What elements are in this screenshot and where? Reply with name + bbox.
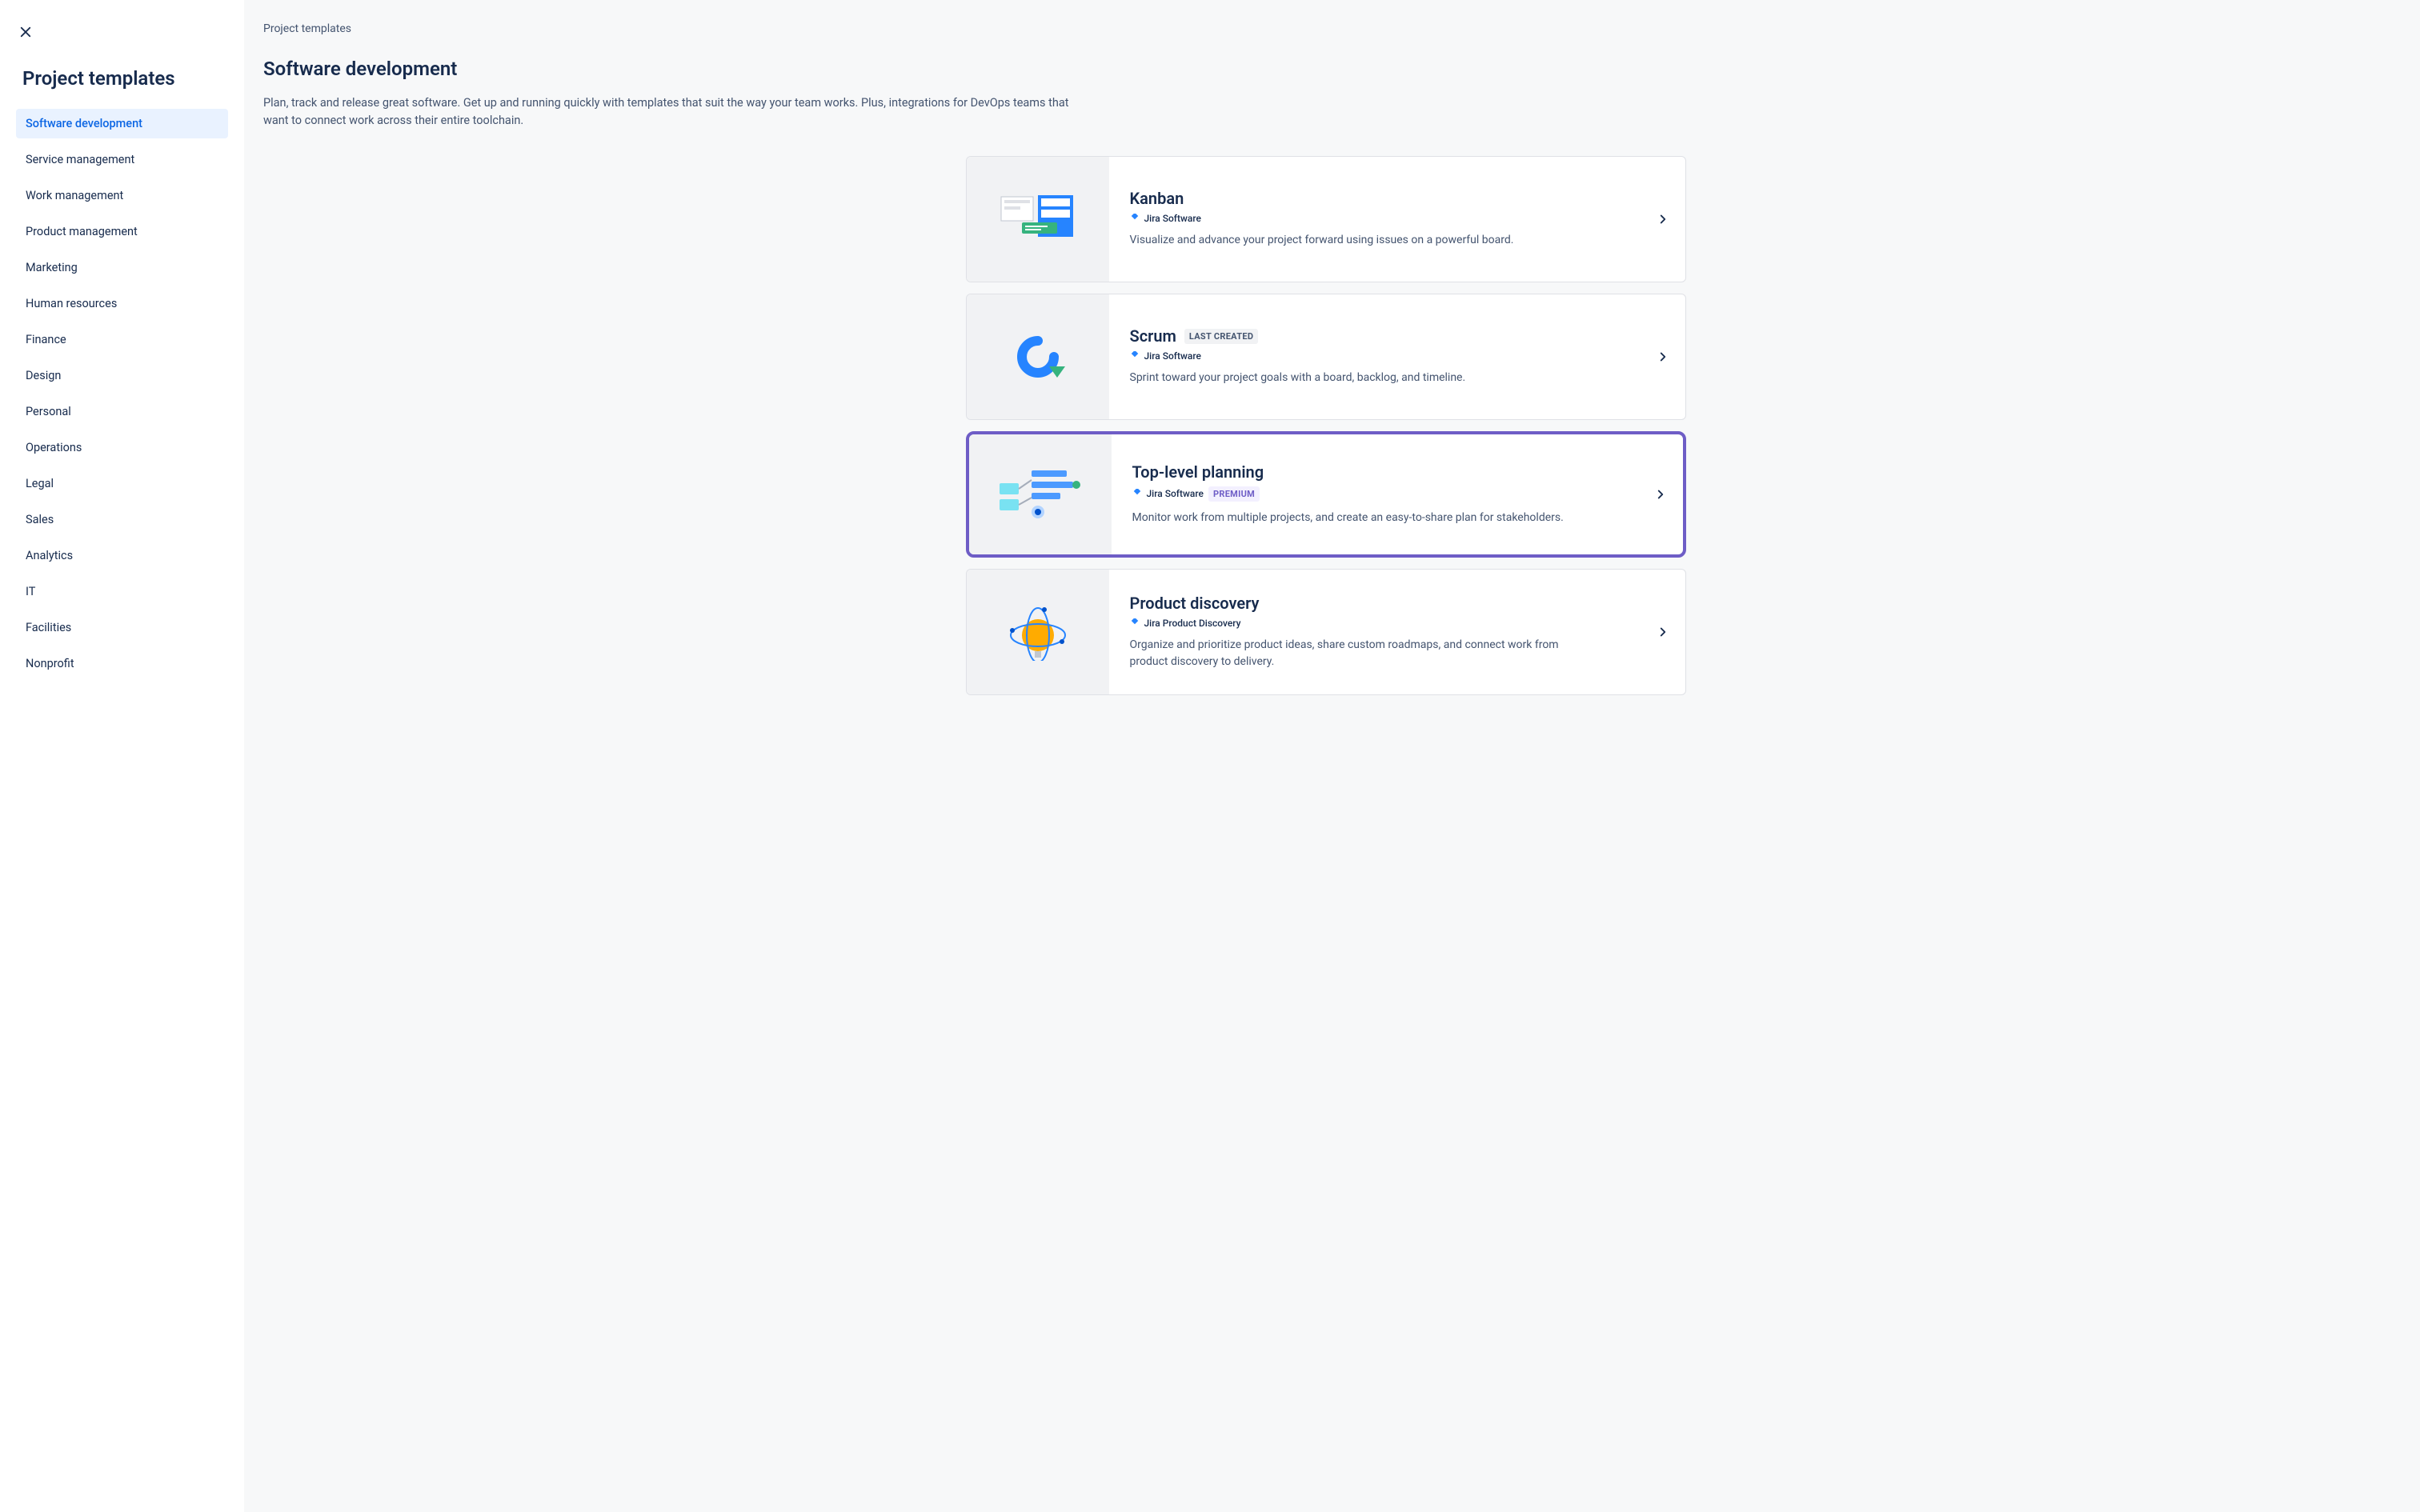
sidebar-item-human-resources[interactable]: Human resources (16, 289, 228, 318)
product-label: Jira Product Discovery (1144, 618, 1241, 629)
sidebar-item-facilities[interactable]: Facilities (16, 613, 228, 642)
card-body: Top-level planning Jira Software PREMIUM Mo… (1112, 434, 1638, 554)
template-illustration (967, 570, 1109, 694)
card-title-row: Scrum LAST CREATED (1130, 326, 1620, 346)
card-body: Product discovery Jira Product Discovery O… (1109, 570, 1641, 694)
template-illustration (969, 434, 1112, 554)
template-illustration (967, 294, 1109, 419)
sidebar-item-sales[interactable]: Sales (16, 505, 228, 534)
sidebar-item-legal[interactable]: Legal (16, 469, 228, 498)
card-description: Monitor work from multiple projects, and… (1132, 510, 1581, 526)
close-icon (18, 25, 33, 39)
breadcrumb[interactable]: Project templates (263, 22, 2388, 35)
sidebar-title: Project templates (16, 67, 228, 90)
close-button[interactable] (13, 19, 38, 45)
card-body: Scrum LAST CREATED Jira Software Sprint tow… (1109, 294, 1641, 419)
product-row: Jira Software PREMIUM (1132, 486, 1617, 502)
product-label: Jira Software (1147, 488, 1204, 499)
card-title-row: Top-level planning (1132, 462, 1617, 482)
template-card-product-discovery[interactable]: Product discovery Jira Product Discovery O… (966, 569, 1686, 695)
sidebar-item-service-management[interactable]: Service management (16, 145, 228, 174)
template-card-list: Kanban Jira Software Visualize and advance… (966, 156, 1686, 695)
jira-product-icon (1130, 618, 1140, 628)
product-row: Jira Product Discovery (1130, 618, 1620, 629)
template-card-scrum[interactable]: Scrum LAST CREATED Jira Software Sprint tow… (966, 294, 1686, 420)
sidebar-item-personal[interactable]: Personal (16, 397, 228, 426)
main-content: Project templates Software development P… (244, 0, 2420, 1512)
card-description: Visualize and advance your project forwa… (1130, 232, 1578, 249)
chevron-right-icon (1641, 294, 1685, 419)
premium-badge: PREMIUM (1208, 486, 1260, 502)
sidebar-item-design[interactable]: Design (16, 361, 228, 390)
card-title: Scrum (1130, 326, 1176, 346)
chevron-right-icon (1638, 434, 1683, 554)
jira-product-icon (1130, 214, 1140, 223)
sidebar-item-nonprofit[interactable]: Nonprofit (16, 649, 228, 678)
card-title: Product discovery (1130, 594, 1260, 613)
card-title-row: Kanban (1130, 189, 1620, 208)
page-description: Plan, track and release great software. … (263, 94, 1096, 130)
card-description: Organize and prioritize product ideas, s… (1130, 637, 1578, 670)
sidebar-item-finance[interactable]: Finance (16, 325, 228, 354)
product-row: Jira Software (1130, 213, 1620, 224)
card-description: Sprint toward your project goals with a … (1130, 370, 1578, 386)
card-body: Kanban Jira Software Visualize and advance… (1109, 157, 1641, 282)
jira-product-icon (1130, 351, 1140, 361)
sidebar-item-work-management[interactable]: Work management (16, 181, 228, 210)
sidebar-list: Software development Service management Wo… (16, 109, 228, 678)
product-row: Jira Software (1130, 350, 1620, 362)
product-label: Jira Software (1144, 350, 1201, 362)
sidebar-item-operations[interactable]: Operations (16, 433, 228, 462)
template-illustration (967, 157, 1109, 282)
product-label: Jira Software (1144, 213, 1201, 224)
card-title-row: Product discovery (1130, 594, 1620, 613)
sidebar-item-product-management[interactable]: Product management (16, 217, 228, 246)
template-card-top-level-planning[interactable]: Top-level planning Jira Software PREMIUM Mo… (966, 431, 1686, 558)
page-title: Software development (263, 58, 2388, 80)
sidebar-item-it[interactable]: IT (16, 577, 228, 606)
template-card-kanban[interactable]: Kanban Jira Software Visualize and advance… (966, 156, 1686, 282)
sidebar-item-software-development[interactable]: Software development (16, 109, 228, 138)
jira-product-icon (1132, 489, 1142, 498)
sidebar-item-analytics[interactable]: Analytics (16, 541, 228, 570)
last-created-badge: LAST CREATED (1184, 329, 1258, 344)
card-title: Kanban (1130, 189, 1184, 208)
sidebar: Project templates Software development Se… (0, 0, 244, 1512)
sidebar-item-marketing[interactable]: Marketing (16, 253, 228, 282)
card-title: Top-level planning (1132, 462, 1264, 482)
chevron-right-icon (1641, 157, 1685, 282)
chevron-right-icon (1641, 570, 1685, 694)
